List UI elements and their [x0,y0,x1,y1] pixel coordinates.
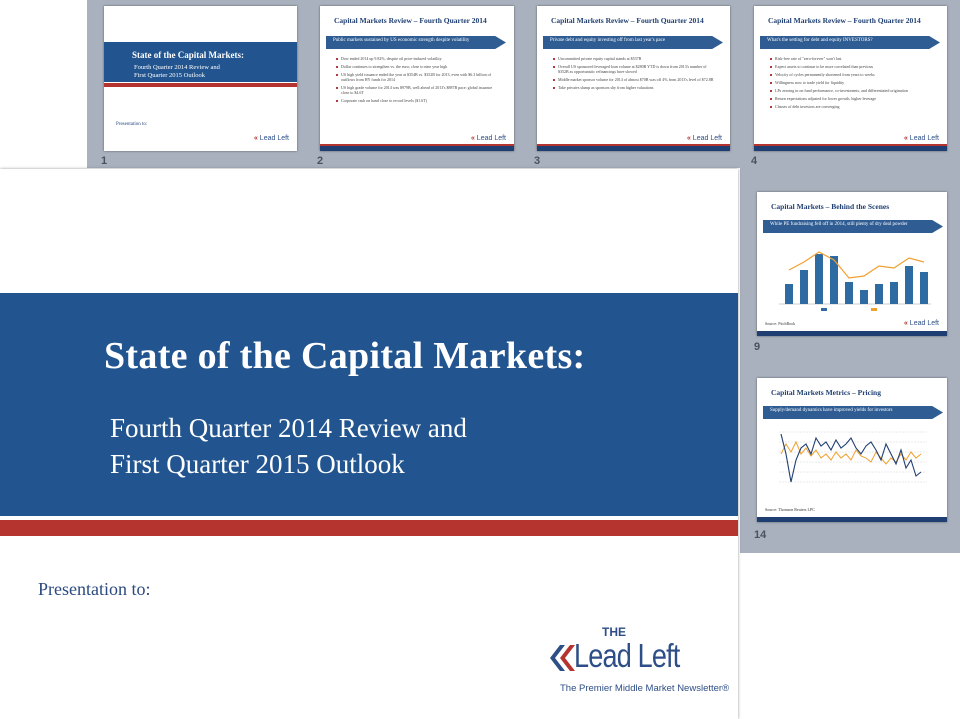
chevron-logo-icon [550,645,575,671]
bullet-item: Willingness now to trade yield for liqui… [770,80,935,85]
slide-thumbnail-9[interactable]: Capital Markets – Behind the Scenes Whil… [757,192,947,336]
slide-thumbnail-1[interactable]: State of the Capital Markets: Fourth Qua… [104,6,297,151]
slide-number-3: 3 [534,155,541,167]
lead-left-logo: THE Lead Left The Premier Middle Market … [546,625,730,705]
bullet-item: US high yield issuance ended the year at… [336,72,501,82]
thumb-bullet-list: Risk-free rate of "zero-forever" won't l… [770,56,935,112]
thumb-footer [757,517,947,522]
bullet-item: Uncommitted private equity capital stand… [553,56,718,61]
thumb-footer [537,146,730,151]
lead-left-logo: « Lead Left [253,135,289,142]
lead-left-logo: « Lead Left [903,320,939,327]
thumb-title: Capital Markets Metrics – Pricing [771,388,881,397]
thumb-banner-text: While PE fundraising fell off in 2014, s… [770,222,908,227]
thumb-title: Capital Markets Review – Fourth Quarter … [551,16,704,25]
bullet-item: US high grade volume for 2014 was $979B,… [336,85,501,95]
thumb-presentation: Presentation to: [116,122,148,127]
thumb-subtitle-line1: Fourth Quarter 2014 Review and [134,64,220,71]
bullet-item: Velocity of cycles permanently shortened… [770,72,935,77]
thumb-footer [320,146,514,151]
main-slide[interactable]: State of the Capital Markets: Fourth Qua… [0,169,738,719]
logo-tagline: The Premier Middle Market Newsletter® [560,683,730,694]
thumb-banner-text: Private debt and equity investing off fr… [550,38,666,43]
bullet-item: Overall US sponsored leveraged loan volu… [553,64,718,74]
slide-number-2: 2 [317,155,324,167]
thumb-banner: What's the setting for debt and equity I… [760,36,940,49]
slide-thumbnail-14[interactable]: Capital Markets Metrics – Pricing Supply… [757,378,947,522]
thumb-banner: Supply/demand dynamics have improved yie… [763,406,943,419]
thumb-banner: While PE fundraising fell off in 2014, s… [763,220,943,233]
thumb-footer [757,331,947,336]
bullet-item: Middle market sponsor volume for 2014 of… [553,77,718,82]
slide-number-9: 9 [754,341,761,353]
accent-red-band [0,520,738,536]
thumb-title: Capital Markets Review – Fourth Quarter … [334,16,487,25]
slide-number-14: 14 [754,529,767,541]
slide-thumbnail-4[interactable]: Capital Markets Review – Fourth Quarter … [754,6,947,151]
lead-left-logo: « Lead Left [686,135,722,142]
lead-left-logo: « Lead Left [470,135,506,142]
thumb-banner: Public markets sustained by US economic … [326,36,506,49]
bullet-item: Dow ended 2014 up 9.82%, despite oil pri… [336,56,501,61]
lead-left-logo: « Lead Left [903,135,939,142]
bullet-item: Classes of debt investors are converging [770,104,935,109]
thumb-red-band [104,83,297,87]
slide-number-1: 1 [101,155,108,167]
slide-number-4: 4 [751,155,758,167]
logo-name: Lead Left [574,637,680,674]
bullet-item: Dollar continues to strengthen vs. the e… [336,64,501,69]
thumb-bar-line-chart [779,251,931,311]
bullet-item: Expect assets to continue to be more cor… [770,64,935,69]
thumb-banner: Private debt and equity investing off fr… [543,36,723,49]
slide-subtitle-line1: Fourth Quarter 2014 Review and [110,413,467,443]
thumb-source: Source: PitchBook [765,321,796,326]
bullet-item: Risk-free rate of "zero-forever" won't l… [770,56,935,61]
thumb-line-chart [779,431,927,483]
thumb-footer [754,146,947,151]
bullet-item: LPs zeroing in on fund performance, co-i… [770,88,935,93]
thumb-subtitle: Fourth Quarter 2014 Review and First Qua… [134,64,220,80]
presentation-to-label: Presentation to: [38,579,151,599]
thumb-banner-text: Supply/demand dynamics have improved yie… [770,408,893,413]
bullet-item: Take privates slump as sponsors shy from… [553,85,718,90]
slide-subtitle-line2: First Quarter 2015 Outlook [110,449,405,479]
thumb-source: Source: Thomson Reuters LPC [765,507,815,512]
thumb-title: Capital Markets Review – Fourth Quarter … [768,16,921,25]
slide-title: State of the Capital Markets: [104,335,586,377]
bullet-item: Corporate cash on hand close to record l… [336,98,501,103]
thumb-subtitle-line2: First Quarter 2015 Outlook [134,72,205,79]
slide-thumbnail-2[interactable]: Capital Markets Review – Fourth Quarter … [320,6,514,151]
slide-thumbnail-3[interactable]: Capital Markets Review – Fourth Quarter … [537,6,730,151]
bullet-item: Return expectations adjusted for lower g… [770,96,935,101]
thumb-bullet-list: Uncommitted private equity capital stand… [553,56,718,93]
thumb-title: Capital Markets – Behind the Scenes [771,202,890,211]
thumb-banner-text: Public markets sustained by US economic … [333,38,470,43]
thumb-title: State of the Capital Markets: [132,50,244,60]
thumb-bullet-list: Dow ended 2014 up 9.82%, despite oil pri… [336,56,501,106]
thumb-banner-text: What's the setting for debt and equity I… [767,38,873,43]
title-banner [0,293,738,516]
